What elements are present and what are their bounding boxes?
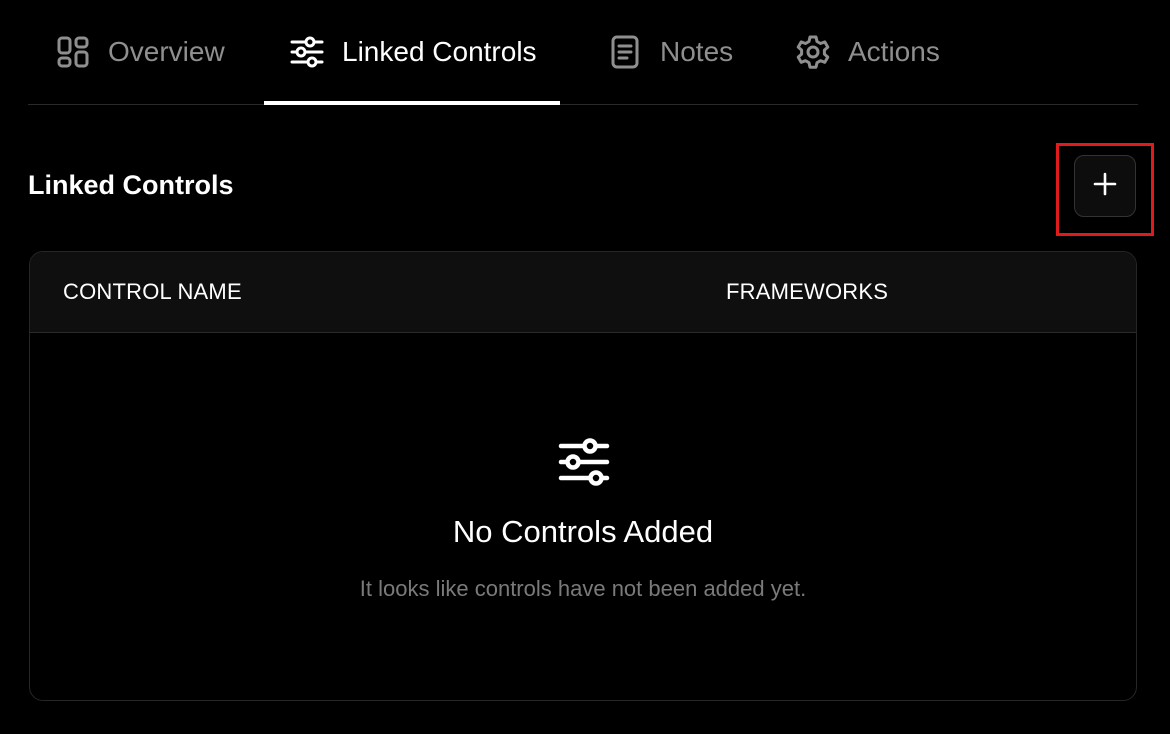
tab-label: Actions (848, 36, 940, 67)
add-control-button[interactable] (1074, 155, 1136, 217)
tab-bar: Overview Linked Controls Notes Actions (28, 0, 1138, 105)
column-header-control-name: CONTROL NAME (63, 279, 242, 304)
tab-overview[interactable]: Overview (56, 0, 225, 104)
sliders-icon (290, 35, 324, 69)
controls-table: CONTROL NAME FRAMEWORKS No Controls Adde… (29, 251, 1137, 701)
empty-state-title: No Controls Added (452, 514, 714, 549)
gear-icon (796, 35, 830, 69)
section-title: Linked Controls (28, 170, 234, 200)
tab-label: Linked Controls (342, 36, 537, 67)
tab-notes[interactable]: Notes (608, 0, 733, 104)
layout-grid-icon (56, 35, 90, 69)
tab-label: Notes (660, 36, 734, 67)
sliders-icon (558, 436, 610, 488)
document-icon (608, 35, 642, 69)
tab-label: Overview (108, 36, 225, 67)
empty-state-subtitle: It looks like controls have not been add… (359, 576, 807, 601)
column-header-frameworks: FRAMEWORKS (726, 279, 889, 304)
empty-state: No Controls Added It looks like controls… (30, 332, 1136, 700)
tab-actions[interactable]: Actions (796, 0, 940, 104)
plus-icon (1092, 171, 1118, 202)
tab-linked-controls[interactable]: Linked Controls (264, 0, 560, 105)
linked-controls-panel: Overview Linked Controls Notes Actions L… (0, 0, 1170, 734)
table-header: CONTROL NAME FRAMEWORKS (30, 252, 1136, 333)
